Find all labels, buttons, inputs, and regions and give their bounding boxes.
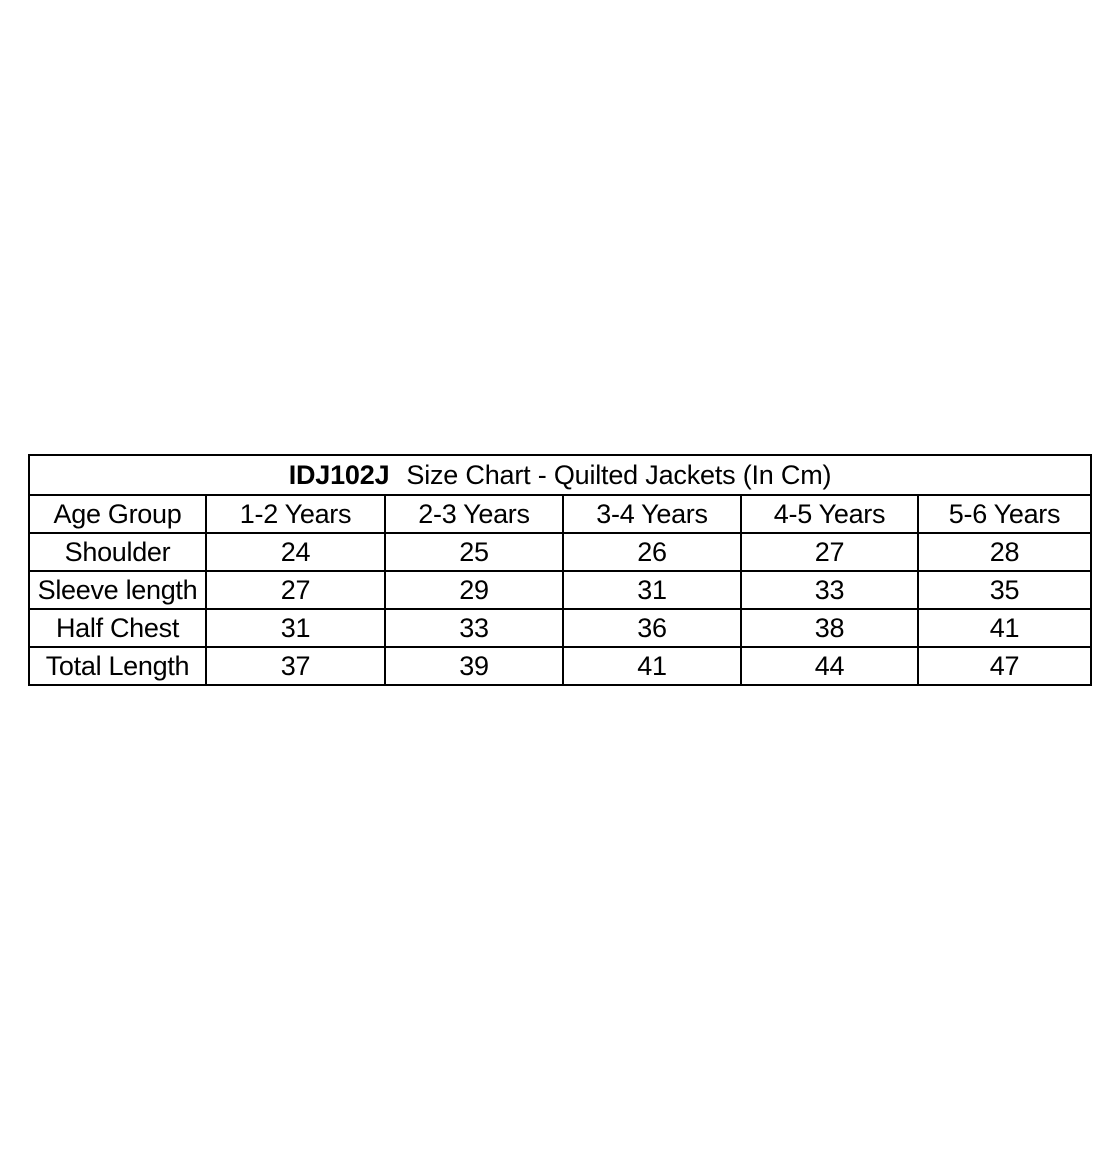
cell-half-chest-3-4: 36 bbox=[562, 608, 742, 648]
table-row: Total Length 37 39 41 44 47 bbox=[28, 646, 1093, 686]
cell-sleeve-length-1-2: 27 bbox=[205, 570, 386, 610]
cell-sleeve-length-4-5: 33 bbox=[740, 570, 919, 610]
row-label-total-length: Total Length bbox=[28, 646, 207, 686]
cell-shoulder-5-6: 28 bbox=[916, 532, 1093, 572]
cell-total-length-5-6: 47 bbox=[916, 646, 1093, 686]
table-row: Half Chest 31 33 36 38 41 bbox=[28, 608, 1093, 648]
table-header-row: Age Group 1-2 Years 2-3 Years 3-4 Years … bbox=[28, 494, 1093, 534]
table-row: Shoulder 24 25 26 27 28 bbox=[28, 532, 1093, 572]
column-header-4-5-years: 4-5 Years bbox=[740, 494, 919, 534]
cell-sleeve-length-3-4: 31 bbox=[562, 570, 742, 610]
column-header-3-4-years: 3-4 Years bbox=[562, 494, 742, 534]
size-chart-table: IDJ102J Size Chart - Quilted Jackets (In … bbox=[27, 454, 1093, 686]
column-header-2-3-years: 2-3 Years bbox=[384, 494, 564, 534]
row-label-half-chest: Half Chest bbox=[28, 608, 207, 648]
cell-half-chest-2-3: 33 bbox=[384, 608, 564, 648]
row-label-sleeve-length: Sleeve length bbox=[28, 570, 207, 610]
table-title-cell: IDJ102J Size Chart - Quilted Jackets (In … bbox=[27, 454, 1093, 496]
table-row: Sleeve length 27 29 31 33 35 bbox=[28, 570, 1093, 610]
cell-total-length-2-3: 39 bbox=[384, 646, 564, 686]
size-chart-container: IDJ102J Size Chart - Quilted Jackets (In … bbox=[27, 454, 1093, 686]
cell-sleeve-length-2-3: 29 bbox=[384, 570, 564, 610]
cell-half-chest-4-5: 38 bbox=[740, 608, 919, 648]
chart-title-text: Size Chart - Quilted Jackets (In Cm) bbox=[406, 459, 832, 490]
cell-sleeve-length-5-6: 35 bbox=[916, 570, 1093, 610]
cell-shoulder-2-3: 25 bbox=[384, 532, 564, 572]
cell-total-length-3-4: 41 bbox=[562, 646, 742, 686]
column-header-1-2-years: 1-2 Years bbox=[205, 494, 386, 534]
cell-total-length-1-2: 37 bbox=[205, 646, 386, 686]
cell-half-chest-5-6: 41 bbox=[916, 608, 1093, 648]
cell-shoulder-4-5: 27 bbox=[740, 532, 919, 572]
row-label-shoulder: Shoulder bbox=[28, 532, 207, 572]
column-header-5-6-years: 5-6 Years bbox=[916, 494, 1093, 534]
cell-shoulder-1-2: 24 bbox=[205, 532, 386, 572]
cell-total-length-4-5: 44 bbox=[740, 646, 919, 686]
table-title-row: IDJ102J Size Chart - Quilted Jackets (In … bbox=[27, 454, 1093, 496]
column-header-age-group: Age Group bbox=[28, 494, 207, 534]
cell-shoulder-3-4: 26 bbox=[562, 532, 742, 572]
cell-half-chest-1-2: 31 bbox=[205, 608, 386, 648]
product-code: IDJ102J bbox=[288, 459, 390, 490]
